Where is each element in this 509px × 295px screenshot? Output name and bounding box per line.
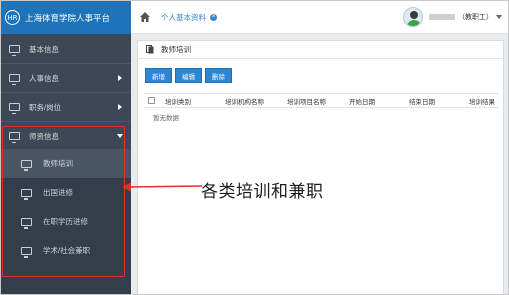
panel-title: 教师培训 <box>161 45 191 54</box>
top-bar: 个人基本资料 × （教职工） <box>131 1 508 34</box>
delete-button[interactable]: 删除 <box>205 68 232 83</box>
home-icon[interactable] <box>139 11 151 23</box>
logo: HR <box>5 10 20 25</box>
annotation-highlight-box <box>2 126 125 277</box>
app-window: HR 上海体育学院人事平台 个人基本资料 × （教职工） 基本信息 人事信息 职… <box>0 0 509 295</box>
sidebar-item-label: 职务/岗位 <box>29 102 62 112</box>
breadcrumb-label: 个人基本资料 <box>161 12 206 22</box>
panel-header: 教师培训 <box>138 41 503 59</box>
edit-button[interactable]: 编辑 <box>175 68 202 83</box>
column-header[interactable]: 培训结果 <box>469 96 495 106</box>
table-header: 培训类别 培训机构名称 培训项目名称 开始日期 结束日期 培训结果 <box>144 93 498 108</box>
column-header[interactable]: 培训类别 <box>165 96 225 106</box>
column-header[interactable]: 结束日期 <box>409 96 469 106</box>
annotation-arrow <box>122 182 203 192</box>
toolbar: 新增 编辑 删除 <box>145 68 235 83</box>
sidebar-item-position[interactable]: 职务/岗位 <box>1 92 131 122</box>
sidebar-item-personnel[interactable]: 人事信息 <box>1 63 131 93</box>
content-panel: 教师培训 新增 编辑 删除 培训类别 培训机构名称 培训项目名称 开始日期 结束… <box>137 40 504 294</box>
empty-state: 暂无数据 <box>153 115 179 122</box>
user-name-redacted <box>429 14 455 20</box>
sidebar-item-basic-info[interactable]: 基本信息 <box>1 34 131 64</box>
chevron-right-icon <box>118 104 122 110</box>
column-header[interactable]: 开始日期 <box>349 96 409 106</box>
user-role: （教职工） <box>458 14 493 21</box>
monitor-icon <box>9 74 20 85</box>
sidebar-item-label: 基本信息 <box>29 44 59 54</box>
select-all-checkbox[interactable] <box>148 97 155 104</box>
monitor-icon <box>9 103 20 114</box>
training-table: 培训类别 培训机构名称 培训项目名称 开始日期 结束日期 培训结果 暂无数据 <box>144 93 498 122</box>
chevron-right-icon <box>118 75 122 81</box>
brand-bar: HR 上海体育学院人事平台 <box>1 1 131 34</box>
avatar <box>403 7 423 27</box>
document-icon <box>146 45 154 54</box>
column-header[interactable]: 培训项目名称 <box>287 96 349 106</box>
user-menu[interactable]: （教职工） <box>403 7 502 27</box>
add-button[interactable]: 新增 <box>145 68 172 83</box>
annotation-text: 各类培训和兼职 <box>201 182 324 202</box>
monitor-icon <box>9 45 20 56</box>
app-title: 上海体育学院人事平台 <box>25 12 111 23</box>
close-tab-icon[interactable]: × <box>210 13 217 21</box>
column-header[interactable]: 培训机构名称 <box>225 96 287 106</box>
breadcrumb-tab[interactable]: 个人基本资料 × <box>161 12 217 23</box>
main-content: 教师培训 新增 编辑 删除 培训类别 培训机构名称 培训项目名称 开始日期 结束… <box>131 34 508 294</box>
sidebar-item-label: 人事信息 <box>29 73 59 83</box>
chevron-down-icon <box>496 15 502 19</box>
